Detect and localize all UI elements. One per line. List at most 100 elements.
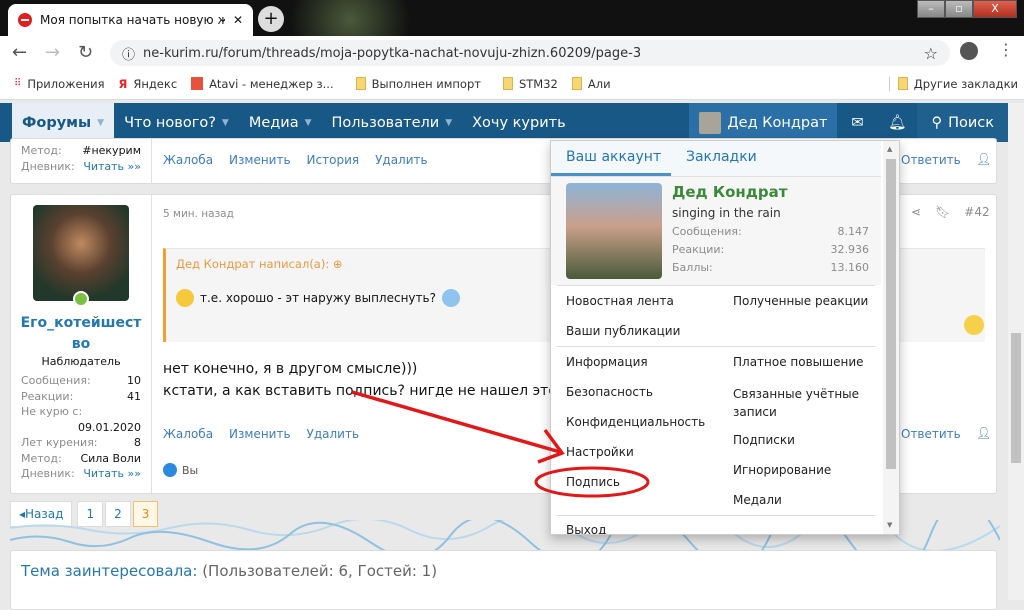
page-scrollbar[interactable] (1008, 103, 1024, 600)
back-icon[interactable]: ← (12, 42, 27, 63)
site-favicon-icon (18, 13, 32, 27)
menu-account-details[interactable]: Информация (566, 355, 648, 369)
search-icon: ⚲ (931, 114, 943, 131)
delete-link[interactable]: Удалить (307, 427, 360, 441)
star-icon[interactable]: ☆ (924, 44, 938, 63)
user-icon[interactable]: 👤︎ (976, 426, 991, 440)
nav-user-account[interactable]: Дед Кондрат (689, 103, 838, 142)
menu-paid-upgrades[interactable]: Платное повышение (733, 355, 864, 369)
other-bookmarks[interactable]: Другие закладки (888, 76, 1018, 91)
info-icon: ⓘ (122, 47, 136, 63)
url-input[interactable]: ⓘ ne-kurim.ru/forum/threads/moja-popytka-… (110, 40, 950, 66)
maximize-button[interactable]: ▫ (945, 0, 973, 18)
report-link[interactable]: Жалоба (163, 427, 213, 441)
arrow-up-circle-icon[interactable]: ⊕ (333, 257, 343, 271)
history-link[interactable]: История (307, 153, 360, 167)
dropdown-scrollbar[interactable]: ▲ ▼ (883, 141, 899, 534)
menu-ignoring[interactable]: Игнорирование (733, 463, 831, 477)
folder-icon (897, 77, 908, 90)
author-role: Наблюдатель (41, 355, 121, 368)
menu-following[interactable]: Подписки (733, 433, 795, 447)
apps-icon: ⠿ (14, 78, 22, 89)
tab-your-account[interactable]: Ваш аккаунт (566, 149, 661, 165)
bookmark-folder[interactable]: Выполнен импорт (355, 77, 481, 91)
post-time[interactable]: 5 мин. назад (163, 208, 234, 220)
bookmark-icon[interactable]: 🔖︎ (935, 205, 950, 219)
menu-preferences[interactable]: Настройки (566, 445, 634, 459)
author-avatar[interactable] (33, 205, 129, 301)
viewers-title[interactable]: Тема заинтересовала: (21, 562, 197, 580)
forum-navbar: Форумы ▼ Что нового? ▼ Медиа ▼ Пользователи… (0, 103, 1008, 142)
menu-connected-accounts[interactable]: Связанные учётные записи (733, 385, 873, 421)
bookmark-yandex[interactable]: Я Яндекс (118, 77, 177, 91)
menu-signature[interactable]: Подпись (566, 475, 620, 489)
bookmark-atavi[interactable]: Atavi - менеджер з... (191, 77, 334, 91)
folder-icon (571, 77, 582, 90)
quote-author[interactable]: Дед Кондрат написал(а): (176, 257, 329, 271)
post-number[interactable]: #42 (964, 205, 989, 219)
yandex-icon: Я (118, 76, 128, 91)
folder-icon (502, 77, 513, 90)
bookmarks-bar: ⠿ Приложения Я Яндекс Atavi - менеджер з..… (0, 68, 1024, 100)
edit-link[interactable]: Изменить (229, 427, 291, 441)
menu-reactions-received[interactable]: Полученные реакции (733, 294, 868, 308)
user-icon[interactable]: 👤︎ (976, 152, 991, 166)
reply-link[interactable]: Ответить (901, 427, 961, 441)
close-tab-icon[interactable]: ✕ (233, 13, 243, 27)
bookmark-folder[interactable]: STM32 (502, 77, 558, 91)
inbox-icon[interactable]: ✉ (837, 103, 877, 142)
menu-security[interactable]: Безопасность (566, 385, 653, 399)
close-window-button[interactable]: X (973, 0, 1017, 18)
quote-text: т.е. хорошо - эт наружу выплеснуть? (200, 291, 436, 305)
share-icon[interactable]: ⋖ (911, 205, 921, 219)
user-avatar-small (699, 111, 722, 134)
author-name[interactable]: Его_котейшество (19, 313, 143, 355)
bookmark-apps[interactable]: ⠿ Приложения (14, 77, 104, 91)
browser-tab[interactable]: Моя попытка начать новую жи ✕ (8, 4, 253, 36)
tab-title: Моя попытка начать новую жи (40, 13, 225, 27)
nav-forums[interactable]: Форумы ▼ (12, 103, 115, 142)
nav-want-smoke[interactable]: Хочу курить (462, 103, 576, 142)
menu-news-feed[interactable]: Новостная лента (566, 294, 674, 308)
post-body: нет конечно, я в другом смысле))) кстати,… (163, 361, 567, 399)
account-avatar[interactable] (566, 183, 662, 279)
search-button[interactable]: ⚲ Поиск (917, 103, 1008, 142)
shocked-emoji-icon (176, 289, 194, 307)
minimize-button[interactable]: – (917, 0, 945, 18)
new-tab-button[interactable]: + (258, 6, 284, 32)
edit-link[interactable]: Изменить (229, 153, 291, 167)
forward-icon[interactable]: → (45, 42, 60, 63)
menu-your-content[interactable]: Ваши публикации (566, 324, 680, 338)
reply-link[interactable]: Ответить (901, 153, 961, 167)
tab-bookmarks[interactable]: Закладки (686, 149, 757, 165)
menu-privacy[interactable]: Конфиденциальность (566, 415, 705, 429)
atavi-icon (191, 77, 204, 90)
reactions-bar[interactable]: Вы (163, 463, 198, 477)
chevron-down-icon: ▼ (97, 117, 105, 128)
report-link[interactable]: Жалоба (163, 153, 213, 167)
profile-icon[interactable] (960, 42, 978, 60)
nav-whats-new[interactable]: Что нового? ▼ (114, 103, 239, 142)
chevron-down-icon: ▼ (221, 117, 229, 128)
menu-medals[interactable]: Медали (733, 493, 782, 507)
diary-link[interactable]: Читать »» (83, 159, 141, 175)
delete-link[interactable]: Удалить (375, 153, 428, 167)
chevron-down-icon: ▼ (445, 117, 453, 128)
like-icon (163, 463, 177, 477)
bookmark-folder[interactable]: Али (571, 77, 611, 91)
account-stats: Сообщения: 8.147 Реакции: 32.936 Баллы: 13.… (672, 225, 869, 274)
menu-logout[interactable]: Выход (566, 523, 606, 534)
nav-media[interactable]: Медиа ▼ (239, 103, 322, 142)
menu-icon[interactable]: ⋮ (998, 40, 1014, 59)
reload-icon[interactable]: ↻ (78, 42, 93, 63)
thread-viewers: Тема заинтересовала: (Пользователей: 6, … (10, 550, 997, 610)
bell-icon[interactable]: 🔔︎ (877, 103, 917, 142)
account-status: singing in the rain (672, 206, 781, 220)
folder-icon (355, 77, 366, 90)
url-text: ne-kurim.ru/forum/threads/moja-popytka-n… (143, 45, 642, 61)
account-name[interactable]: Дед Кондрат (672, 183, 787, 201)
nav-users[interactable]: Пользователи ▼ (322, 103, 463, 142)
diary-link[interactable]: Читать »» (83, 466, 141, 482)
chevron-down-icon: ▼ (304, 117, 312, 128)
online-status-icon (73, 291, 89, 307)
